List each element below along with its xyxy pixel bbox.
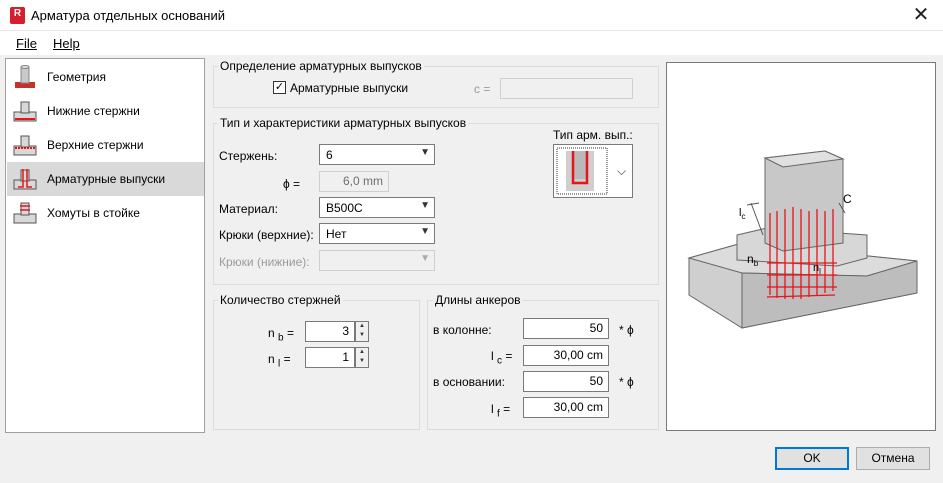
- preview-c-label: C: [843, 192, 852, 206]
- chevron-down-icon: ▼: [420, 226, 430, 237]
- lc-input[interactable]: 30,00 cm: [523, 345, 609, 366]
- close-icon[interactable]: ✕: [907, 2, 935, 28]
- nb-label-eq: =: [286, 326, 294, 340]
- dowels-icon: [13, 169, 37, 190]
- window-title: Арматура отдельных оснований: [31, 8, 225, 23]
- menu-file-label: File: [16, 36, 37, 51]
- nl-label-n: n: [268, 352, 275, 366]
- menu-help[interactable]: Help: [53, 36, 80, 51]
- material-select[interactable]: B500C ▼: [319, 197, 435, 218]
- hooks-top-value: Нет: [326, 227, 347, 241]
- hooks-top-label: Крюки (верхние):: [219, 228, 314, 242]
- top-bars-icon: [13, 135, 37, 156]
- ok-button[interactable]: OK: [775, 447, 849, 470]
- phi-field: 6,0 mm: [319, 171, 389, 192]
- nl-label: n l =: [268, 352, 291, 369]
- bottom-bars-icon: [13, 101, 37, 122]
- nb-label: n b =: [268, 326, 294, 343]
- dowel-type-label: Тип арм. вып.:: [553, 128, 633, 142]
- dowel-type-icon: [556, 147, 608, 195]
- chevron-down-icon: ▼: [420, 147, 430, 158]
- foundation-preview-image: lc C nb nl: [687, 150, 918, 329]
- chevron-down-icon: ▼: [420, 200, 430, 211]
- dowels-checkbox-label: Арматурные выпуски: [290, 81, 409, 95]
- definition-title: Определение арматурных выпусков: [218, 59, 424, 73]
- material-label: Материал:: [219, 202, 278, 216]
- menu-bar: File Help: [0, 31, 943, 55]
- spin-up-icon[interactable]: ▲: [356, 322, 368, 331]
- sidebar-item-label: Верхние стержни: [47, 138, 144, 152]
- lf-label: l f =: [491, 402, 510, 419]
- spin-down-icon[interactable]: ▼: [356, 331, 368, 340]
- preview-panel: lc C nb nl: [666, 62, 936, 431]
- column-unit: * ϕ: [619, 323, 634, 337]
- column-label: в колонне:: [433, 323, 492, 337]
- nb-label-n: n: [268, 326, 275, 340]
- chevron-down-icon: ▼: [420, 253, 430, 264]
- sidebar-item-label: Хомуты в стойке: [47, 206, 140, 220]
- material-select-value: B500C: [326, 201, 363, 215]
- chevron-down-icon: ⌵: [617, 164, 627, 178]
- count-title: Количество стержней: [218, 293, 343, 307]
- sidebar-item-bottom-bars[interactable]: Нижние стержни: [7, 94, 204, 128]
- geometry-icon: [15, 65, 35, 88]
- phi-label: ϕ =: [283, 177, 301, 191]
- c-field[interactable]: [500, 78, 633, 99]
- lc-label-eq: =: [505, 349, 513, 363]
- stirrups-icon: [13, 202, 37, 224]
- sidebar-item-label: Нижние стержни: [47, 104, 140, 118]
- nb-spinner[interactable]: ▲ ▼: [355, 321, 369, 342]
- hooks-bottom-select[interactable]: ▼: [319, 250, 435, 271]
- sidebar-item-top-bars[interactable]: Верхние стержни: [7, 128, 204, 162]
- dowels-checkbox[interactable]: ✓: [273, 81, 286, 94]
- nl-spinner[interactable]: ▲ ▼: [355, 347, 369, 368]
- bar-select[interactable]: 6 ▼: [319, 144, 435, 165]
- sidebar-item-label: Арматурные выпуски: [47, 172, 166, 186]
- nb-label-sub: b: [278, 332, 284, 344]
- bar-select-value: 6: [326, 148, 333, 162]
- menu-help-label: Help: [53, 36, 80, 51]
- sidebar-item-geometry[interactable]: Геометрия: [7, 60, 204, 94]
- lf-label-l: l: [491, 402, 494, 416]
- spin-up-icon[interactable]: ▲: [356, 348, 368, 357]
- dowel-type-picker[interactable]: ⌵: [553, 144, 633, 198]
- nl-input[interactable]: 1: [305, 347, 355, 368]
- type-title: Тип и характеристики арматурных выпусков: [218, 116, 469, 130]
- bar-label: Стержень:: [219, 149, 278, 163]
- anchor-title: Длины анкеров: [433, 293, 523, 307]
- sidebar-item-dowels[interactable]: Арматурные выпуски: [7, 162, 204, 196]
- spin-down-icon[interactable]: ▼: [356, 357, 368, 366]
- column-input[interactable]: 50: [523, 318, 609, 339]
- base-unit: * ϕ: [619, 375, 634, 389]
- menu-file[interactable]: File: [16, 36, 37, 51]
- sidebar-item-label: Геометрия: [47, 70, 106, 84]
- title-bar: R Арматура отдельных оснований ✕: [0, 0, 943, 31]
- lf-label-sub: f: [497, 408, 500, 420]
- hooks-bottom-label: Крюки (нижние):: [219, 255, 310, 269]
- cancel-button[interactable]: Отмена: [856, 447, 930, 470]
- lf-label-eq: =: [503, 402, 511, 416]
- preview-lc-label: lc: [739, 207, 745, 221]
- lc-label-l: l: [491, 349, 494, 363]
- lc-label-sub: c: [497, 355, 503, 367]
- sidebar-item-stirrups[interactable]: Хомуты в стойке: [7, 196, 204, 230]
- nb-input[interactable]: 3: [305, 321, 355, 342]
- c-label: c =: [474, 82, 491, 96]
- base-label: в основании:: [433, 375, 505, 389]
- base-input[interactable]: 50: [523, 371, 609, 392]
- app-icon: R: [10, 7, 25, 24]
- sidebar: Геометрия Нижние стержни Верхние стержни…: [5, 58, 205, 433]
- nl-label-eq: =: [283, 352, 291, 366]
- lc-label: l c =: [491, 349, 512, 366]
- nl-label-sub: l: [278, 358, 281, 370]
- hooks-top-select[interactable]: Нет ▼: [319, 223, 435, 244]
- lf-input[interactable]: 30,00 cm: [523, 397, 609, 418]
